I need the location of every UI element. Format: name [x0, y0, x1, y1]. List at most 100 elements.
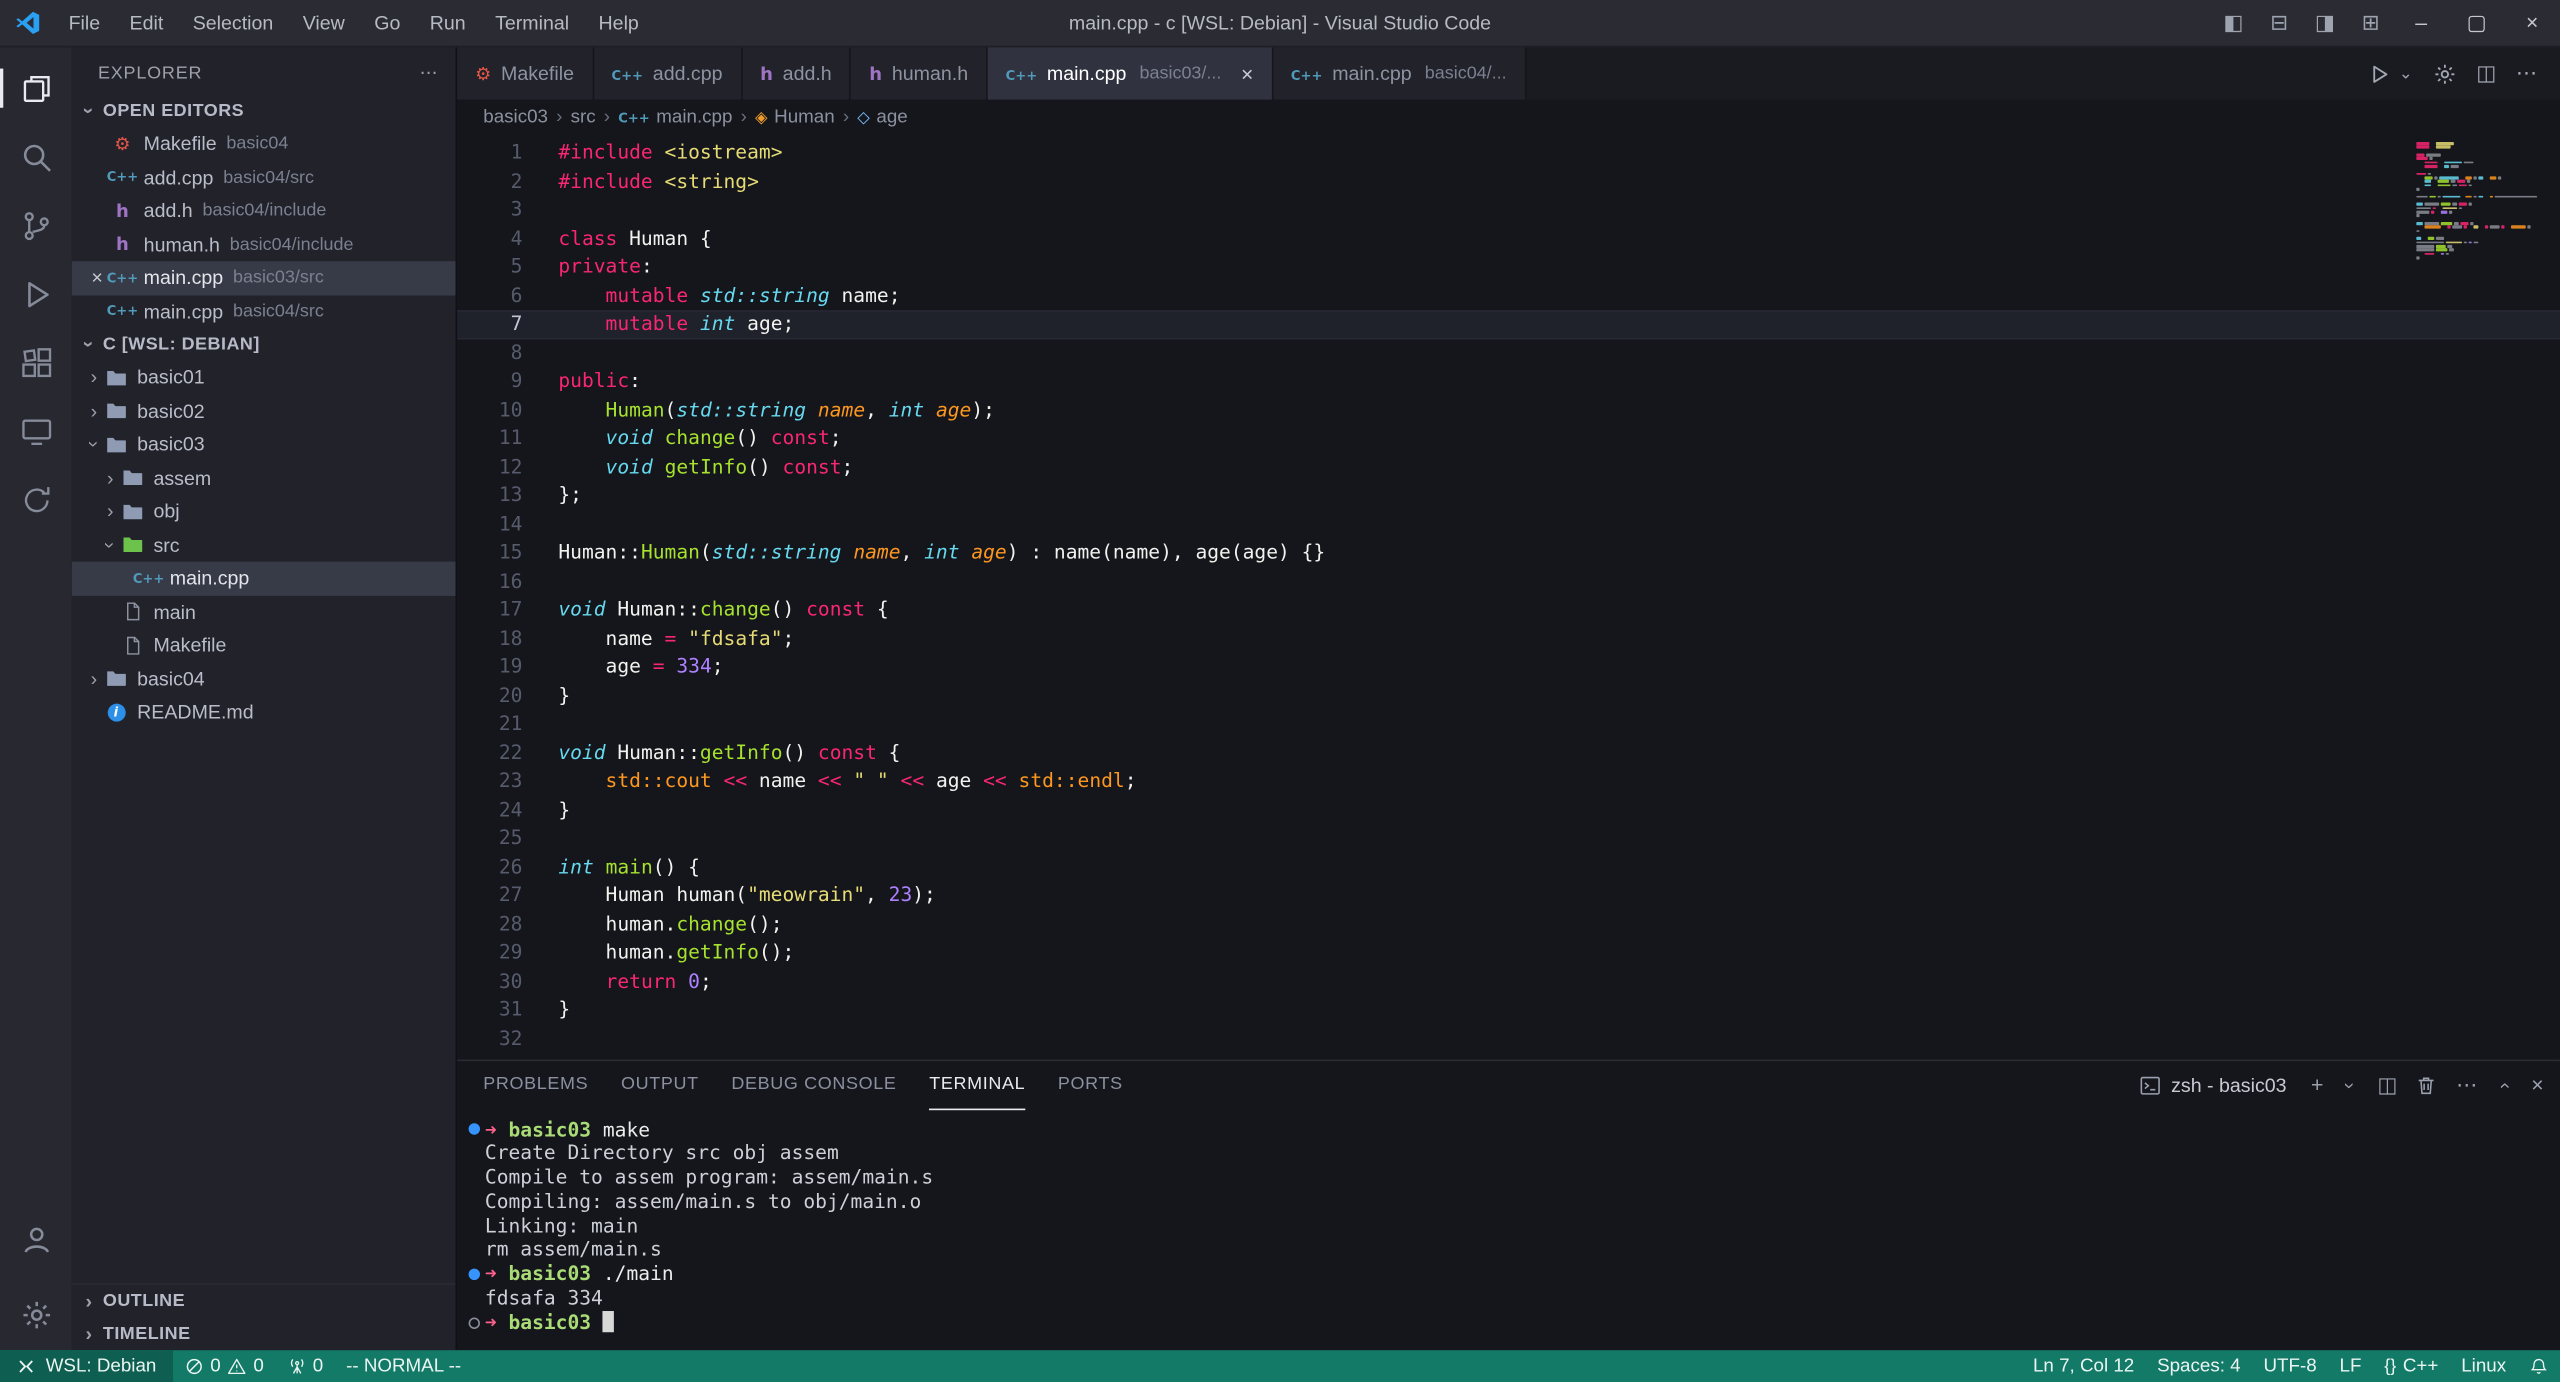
tree-item[interactable]: C++main.cpp [72, 562, 456, 595]
panel-tab-terminal[interactable]: TERMINAL [929, 1060, 1025, 1109]
close-button[interactable]: × [2504, 0, 2560, 46]
kill-terminal-icon[interactable] [2415, 1073, 2438, 1096]
vscode-logo-icon [15, 10, 41, 36]
open-editor-item[interactable]: hadd.hbasic04/include [72, 194, 456, 227]
settings-gear-icon[interactable] [2432, 61, 2456, 85]
editor-tab[interactable]: C++main.cppbasic03/...× [988, 47, 1273, 99]
split-terminal-icon[interactable]: ◫ [2377, 1072, 2397, 1098]
close-icon[interactable]: × [85, 267, 109, 290]
run-debug-icon[interactable] [0, 260, 72, 329]
code-line: 1#include <iostream> [457, 139, 2560, 168]
encoding[interactable]: UTF-8 [2252, 1356, 2328, 1376]
open-editor-item[interactable]: hhuman.hbasic04/include [72, 228, 456, 261]
breadcrumb-item[interactable]: src [571, 108, 596, 128]
open-editor-item[interactable]: ⚙Makefilebasic04 [72, 127, 456, 160]
tree-item[interactable]: ›basic02 [72, 394, 456, 427]
toggle-panel-icon[interactable]: ⊟ [2256, 10, 2302, 36]
open-editor-item[interactable]: C++main.cppbasic04/src [72, 295, 456, 328]
search-icon[interactable] [0, 122, 72, 191]
minimap[interactable] [2416, 142, 2537, 264]
more-actions-icon[interactable]: ⋯ [2456, 1072, 2477, 1098]
open-editor-item[interactable]: ×C++main.cppbasic03/src [72, 261, 456, 294]
tree-item[interactable]: ›basic04 [72, 662, 456, 695]
line-number: 32 [457, 1024, 522, 1053]
menu-help[interactable]: Help [584, 0, 654, 46]
close-panel-icon[interactable]: × [2531, 1073, 2543, 1097]
tree-item[interactable]: ›obj [72, 495, 456, 528]
terminal-session-label: zsh - basic03 [2171, 1073, 2286, 1096]
sync-icon[interactable] [0, 465, 72, 534]
workspace-header[interactable]: › C [WSL: DEBIAN] [72, 328, 456, 361]
open-editor-item[interactable]: C++add.cppbasic04/src [72, 161, 456, 194]
account-icon[interactable] [0, 1206, 72, 1275]
maximize-panel-icon[interactable]: › [2493, 1076, 2516, 1094]
breadcrumb-item[interactable]: ◈Human [755, 108, 835, 128]
extensions-icon[interactable] [0, 328, 72, 397]
new-terminal-icon[interactable]: + [2311, 1073, 2323, 1097]
remote-explorer-icon[interactable] [0, 397, 72, 466]
code-editor[interactable]: 1#include <iostream>2#include <string>34… [457, 136, 2560, 1059]
toggle-secondary-sidebar-icon[interactable]: ◨ [2302, 10, 2348, 36]
editor-tab[interactable]: C++main.cppbasic04/... [1273, 47, 1526, 99]
problems-indicator[interactable]: 00 [173, 1349, 276, 1382]
symbol-field-icon: ◇ [857, 109, 870, 127]
open-editors-header[interactable]: › OPEN EDITORS [72, 95, 456, 128]
run-dropdown-icon[interactable]: ⌄ [2399, 64, 2413, 82]
explorer-tree: ›basic01›basic02›basic03›assem›obj›srcC+… [72, 361, 456, 729]
breadcrumb-item[interactable]: ◇age [857, 108, 907, 128]
panel-tab-debug-console[interactable]: DEBUG CONSOLE [731, 1060, 896, 1109]
tree-item[interactable]: iREADME.md [72, 696, 456, 729]
editor-tab[interactable]: ⚙Makefile [457, 47, 593, 99]
close-icon[interactable]: × [1241, 61, 1253, 85]
tree-item[interactable]: ›basic01 [72, 361, 456, 394]
more-actions-icon[interactable]: ⋯ [2516, 60, 2537, 86]
source-control-icon[interactable] [0, 191, 72, 260]
menu-go[interactable]: Go [360, 0, 416, 46]
ports-indicator[interactable]: 0 [275, 1349, 334, 1382]
minimize-button[interactable]: – [2393, 0, 2449, 46]
gear-icon[interactable] [0, 1281, 72, 1350]
maximize-button[interactable]: ▢ [2449, 0, 2505, 46]
files-icon[interactable] [0, 54, 72, 123]
folder-icon [119, 536, 145, 554]
language-mode[interactable]: {}C++ [2373, 1356, 2450, 1376]
menu-terminal[interactable]: Terminal [480, 0, 583, 46]
cursor-position[interactable]: Ln 7, Col 12 [2022, 1356, 2146, 1376]
outline-header[interactable]: › OUTLINE [72, 1284, 456, 1317]
notifications-bell[interactable] [2518, 1356, 2560, 1376]
toggle-sidebar-icon[interactable]: ◧ [2211, 10, 2257, 36]
indentation[interactable]: Spaces: 4 [2146, 1356, 2252, 1376]
menu-edit[interactable]: Edit [115, 0, 178, 46]
breadcrumb-item[interactable]: basic03 [483, 108, 548, 128]
split-editor-icon[interactable]: ◫ [2476, 60, 2496, 86]
file-name: main.cpp [144, 267, 224, 290]
item-label: assem [153, 467, 211, 490]
timeline-header[interactable]: › TIMELINE [72, 1317, 456, 1350]
tree-item[interactable]: Makefile [72, 629, 456, 662]
menu-file[interactable]: File [54, 0, 115, 46]
menu-run[interactable]: Run [415, 0, 480, 46]
customize-layout-icon[interactable]: ⊞ [2348, 10, 2394, 36]
more-actions-icon[interactable]: ⋯ [420, 62, 440, 83]
breadcrumb-item[interactable]: C++main.cpp [618, 108, 732, 128]
remote-indicator[interactable]: WSL: Debian [0, 1349, 173, 1382]
os[interactable]: Linux [2450, 1356, 2518, 1376]
menu-selection[interactable]: Selection [178, 0, 288, 46]
tree-item[interactable]: main [72, 595, 456, 628]
panel-tab-problems[interactable]: PROBLEMS [483, 1060, 588, 1109]
tree-item[interactable]: ›basic03 [72, 428, 456, 461]
code-line: 25 [457, 824, 2560, 853]
tree-item[interactable]: ›assem [72, 461, 456, 494]
terminal-session-picker[interactable]: zsh - basic03 [2138, 1073, 2286, 1096]
terminal-dropdown-icon[interactable]: › [2339, 1076, 2362, 1094]
panel-tab-output[interactable]: OUTPUT [621, 1060, 699, 1109]
menu-view[interactable]: View [288, 0, 360, 46]
editor-tab[interactable]: C++add.cpp [594, 47, 743, 99]
eol[interactable]: LF [2328, 1356, 2373, 1376]
run-button[interactable] [2368, 61, 2392, 85]
terminal[interactable]: ➜ basic03 makeCreate Directory src obj a… [457, 1109, 2560, 1349]
tree-item[interactable]: ›src [72, 528, 456, 561]
editor-tab[interactable]: hadd.h [742, 47, 851, 99]
panel-tab-ports[interactable]: PORTS [1058, 1060, 1123, 1109]
editor-tab[interactable]: hhuman.h [851, 47, 987, 99]
